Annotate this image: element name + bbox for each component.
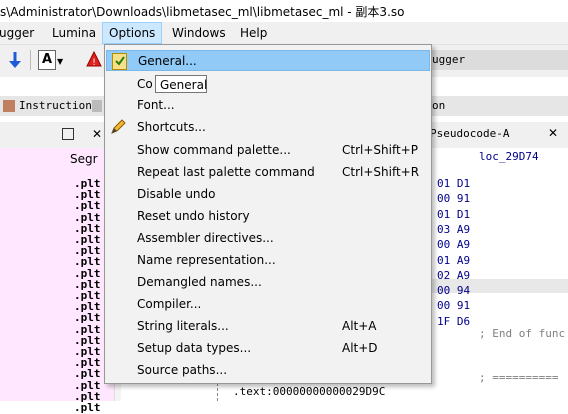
menu-item-label: Shortcuts... bbox=[137, 120, 206, 134]
close-icon[interactable]: ✕ bbox=[548, 126, 558, 140]
menu-item-label: Demangled names... bbox=[137, 275, 262, 289]
pseudocode-tab[interactable]: Pseudocode-A bbox=[430, 127, 509, 140]
debugger-tab-strip: ugger bbox=[430, 50, 568, 70]
segment-row[interactable]: .plt bbox=[74, 401, 101, 414]
menu-item-shortcuts[interactable]: Shortcuts... bbox=[106, 117, 430, 138]
options-dropdown-menu: General... Co Font... Shortcuts... Show comm… bbox=[104, 44, 432, 384]
checklist-icon bbox=[112, 53, 127, 70]
menu-item-label: General... bbox=[138, 54, 197, 68]
hex-bytes[interactable]: 1F D6 bbox=[437, 315, 470, 328]
menu-item-assembler-directives[interactable]: Assembler directives... bbox=[106, 228, 430, 249]
comment-separator: ; ========== bbox=[479, 371, 559, 384]
arrow-down-icon[interactable] bbox=[8, 51, 22, 69]
instruction-color-swatch bbox=[3, 100, 15, 112]
menu-item-font[interactable]: Font... bbox=[106, 95, 430, 116]
menu-item-shortcut: Ctrl+Shift+P bbox=[342, 143, 418, 157]
menu-item-shortcut: Alt+A bbox=[342, 319, 377, 333]
menu-item-show-command-palette[interactable]: Show command palette... Ctrl+Shift+P bbox=[106, 140, 430, 161]
menu-options[interactable]: Options bbox=[102, 22, 163, 44]
hex-bytes[interactable]: 00 A9 bbox=[437, 238, 470, 251]
restore-icon[interactable] bbox=[62, 128, 74, 140]
address-line[interactable]: .text:00000000000029D9C bbox=[233, 385, 385, 398]
menu-item-shortcut: Ctrl+Shift+R bbox=[342, 165, 420, 179]
menu-item-label: Reset undo history bbox=[137, 209, 250, 223]
menu-item-label: String literals... bbox=[137, 319, 229, 333]
window-title: s\Administrator\Downloads\libmetasec_ml\… bbox=[0, 5, 405, 19]
title-bar: s\Administrator\Downloads\libmetasec_ml\… bbox=[0, 0, 568, 22]
debugger-tab[interactable]: ugger bbox=[432, 53, 465, 66]
menu-item-label: Repeat last palette command bbox=[137, 165, 315, 179]
menu-item-label: Assembler directives... bbox=[137, 231, 274, 245]
warning-icon[interactable]: ! bbox=[86, 50, 102, 68]
menu-item-label: Co bbox=[137, 77, 153, 91]
menu-item-disable-undo[interactable]: Disable undo bbox=[106, 184, 430, 205]
comment-end-function: ; End of func bbox=[479, 327, 566, 340]
menu-item-label: Compiler... bbox=[137, 297, 202, 311]
segment-column-header[interactable]: Segr bbox=[70, 152, 98, 166]
menu-item-label: Disable undo bbox=[137, 187, 216, 201]
menu-item-repeat-last-palette-command[interactable]: Repeat last palette command Ctrl+Shift+R bbox=[106, 162, 430, 183]
hex-bytes[interactable]: 00 94 bbox=[437, 284, 470, 297]
menu-lumina[interactable]: Lumina bbox=[46, 22, 102, 44]
toolbar-separator bbox=[30, 50, 31, 70]
svg-text:!: ! bbox=[92, 58, 96, 67]
menu-item-setup-data-types[interactable]: Setup data types... Alt+D bbox=[106, 338, 430, 359]
hex-bytes[interactable]: 01 A9 bbox=[437, 254, 470, 267]
hex-bytes[interactable]: 01 D1 bbox=[437, 208, 470, 221]
menu-windows[interactable]: Windows bbox=[166, 22, 232, 44]
instruction-legend: Instruction bbox=[19, 99, 92, 112]
code-label[interactable]: loc_29D74 bbox=[479, 150, 539, 163]
hex-bytes[interactable]: 00 91 bbox=[437, 192, 470, 205]
hex-bytes[interactable]: 03 A9 bbox=[437, 223, 470, 236]
menu-item-label: Font... bbox=[137, 98, 175, 112]
menu-item-string-literals[interactable]: String literals... Alt+A bbox=[106, 316, 430, 337]
legend-fragment: on bbox=[432, 99, 446, 112]
close-icon[interactable]: ✕ bbox=[92, 127, 102, 141]
hex-bytes[interactable]: 02 A9 bbox=[437, 269, 470, 282]
tooltip: General bbox=[155, 75, 207, 93]
menu-item-general[interactable]: General... bbox=[106, 50, 430, 71]
menu-item-label: Source paths... bbox=[137, 363, 228, 377]
menu-item-name-representation[interactable]: Name representation... bbox=[106, 250, 430, 271]
menu-item-label: Show command palette... bbox=[137, 143, 291, 157]
chevron-down-icon[interactable]: ▼ bbox=[57, 57, 63, 66]
menu-item-source-paths[interactable]: Source paths... bbox=[106, 360, 430, 381]
menu-bar: ugger Lumina Options Windows Help bbox=[0, 22, 568, 44]
menu-item-reset-undo-history[interactable]: Reset undo history bbox=[106, 206, 430, 227]
menu-item-label: Name representation... bbox=[137, 253, 276, 267]
pencil-icon bbox=[110, 119, 126, 135]
legend-swatch bbox=[92, 100, 102, 112]
menu-item-label: Setup data types... bbox=[137, 341, 252, 355]
menu-item-compiler[interactable]: Compiler... bbox=[106, 294, 430, 315]
menu-debugger[interactable]: ugger bbox=[0, 22, 40, 44]
text-style-icon[interactable]: A bbox=[38, 50, 56, 70]
menu-help[interactable]: Help bbox=[234, 22, 273, 44]
menu-item-demangled-names[interactable]: Demangled names... bbox=[106, 272, 430, 293]
menu-item-shortcut: Alt+D bbox=[342, 341, 378, 355]
hex-bytes[interactable]: 01 D1 bbox=[437, 177, 470, 190]
hex-bytes[interactable]: 00 91 bbox=[437, 299, 470, 312]
